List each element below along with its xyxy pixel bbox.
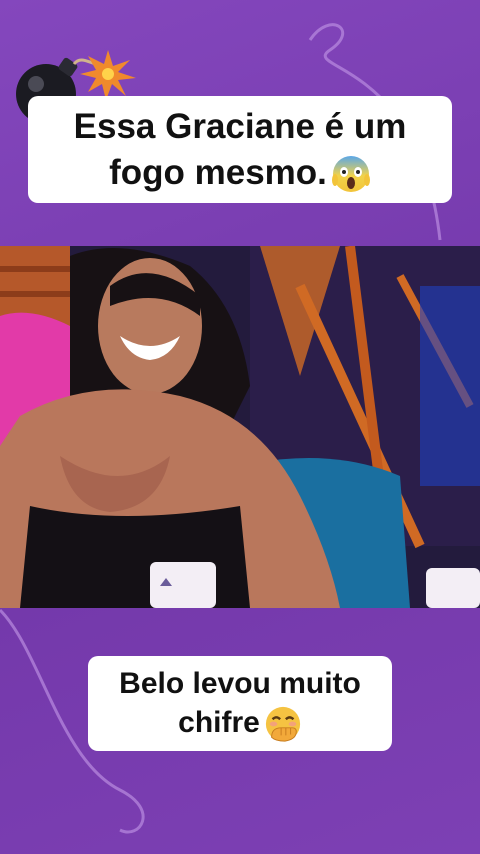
hand-over-mouth-emoji-icon — [265, 706, 300, 742]
bottom-caption: Belo levou muito chifre — [88, 656, 392, 752]
scream-emoji-icon — [331, 156, 370, 193]
bottom-caption-line2: chifre — [98, 703, 382, 743]
top-caption-line2-text: fogo mesmo. — [109, 152, 327, 192]
top-caption-line1: Essa Graciane é um — [73, 107, 407, 146]
video-frame[interactable] — [0, 246, 480, 608]
top-caption-line2: fogo mesmo. — [38, 150, 442, 196]
bottom-caption-line2-text: chifre — [178, 706, 260, 739]
bottom-caption-line1: Belo levou muito — [119, 667, 361, 700]
top-caption: Essa Graciane é um fogo mesmo. — [28, 96, 452, 203]
video-still — [0, 246, 480, 608]
